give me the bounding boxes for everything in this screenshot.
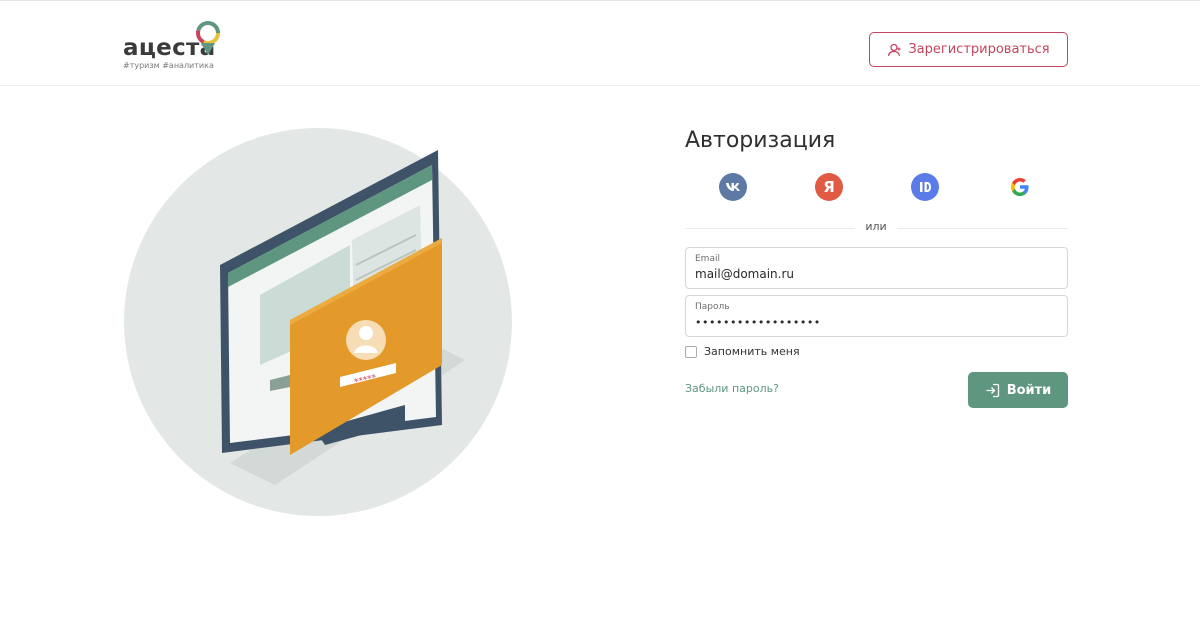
logo[interactable]: ацеста #туризм #аналитика [123,21,233,73]
password-label: Пароль [695,302,730,312]
register-label: Зарегистрироваться [908,42,1050,57]
remember-checkbox[interactable] [685,345,697,358]
vk-login-button[interactable] [719,173,747,201]
login-button[interactable]: Войти [968,372,1068,408]
page-title: Авторизация [685,128,836,153]
forgot-password-link[interactable]: Забыли пароль? [685,382,779,395]
password-field[interactable]: Пароль •••••••••••••••••• [685,295,1068,337]
vk-icon [726,183,740,191]
email-input[interactable]: mail@domain.ru [695,267,794,281]
password-input[interactable]: •••••••••••••••••• [695,316,821,329]
header: ацеста #туризм #аналитика Зарегистрирова… [0,0,1200,86]
id-icon [920,182,931,192]
user-icon [888,43,901,56]
google-icon [1011,178,1029,196]
register-button[interactable]: Зарегистрироваться [869,32,1068,67]
logo-tags: #туризм #аналитика [123,61,214,70]
location-pin-icon [196,21,220,55]
login-icon [986,383,999,397]
google-login-button[interactable] [1006,173,1034,201]
id-login-button[interactable] [911,173,939,201]
divider-text: или [855,220,897,233]
email-field[interactable]: Email mail@domain.ru [685,247,1068,289]
yandex-icon: Я [823,178,835,196]
remember-label: Запомнить меня [704,345,800,358]
login-illustration: ***** [124,128,512,516]
remember-me[interactable]: Запомнить меня [685,345,800,358]
email-label: Email [695,254,720,264]
yandex-login-button[interactable]: Я [815,173,843,201]
login-label: Войти [1006,382,1052,398]
